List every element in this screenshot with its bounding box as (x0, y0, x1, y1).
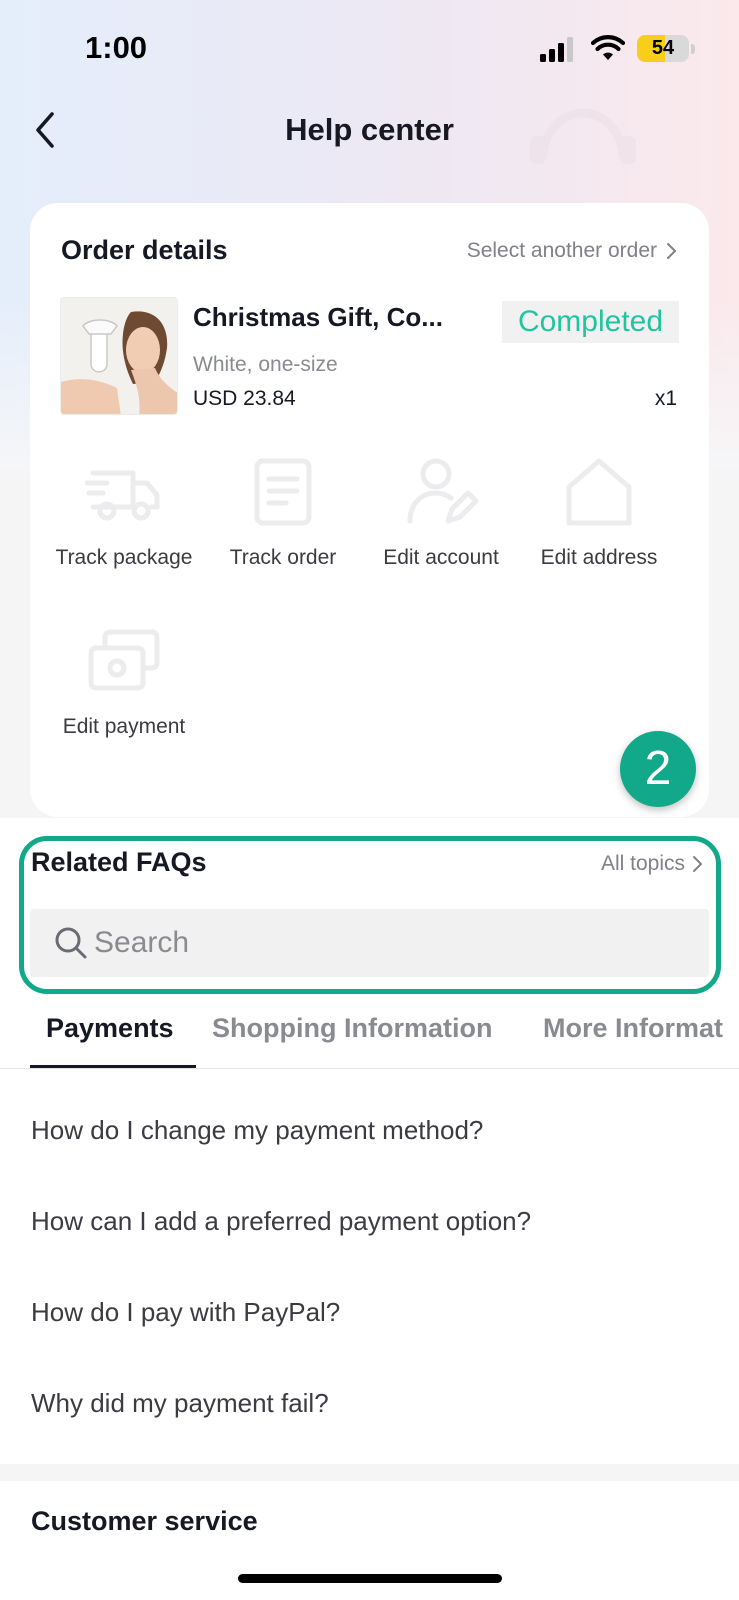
chevron-right-icon (667, 243, 676, 259)
order-details-title: Order details (61, 235, 228, 265)
order-status-badge: Completed (502, 301, 679, 343)
home-indicator (238, 1574, 502, 1583)
edit-address-button[interactable]: Edit address (524, 457, 674, 572)
action-label: Edit payment (62, 715, 186, 738)
headset-icon (530, 108, 636, 164)
product-variant: White, one-size (193, 353, 338, 376)
tab-more-information[interactable]: More Informat (543, 1013, 723, 1044)
action-label: Edit address (540, 546, 658, 569)
customer-service-title: Customer service (31, 1506, 258, 1536)
step-marker: 2 (620, 731, 696, 807)
order-details-card: Order details Select another order Chris… (30, 203, 709, 817)
chevron-right-icon (693, 856, 702, 872)
track-package-button[interactable]: Track package (49, 457, 199, 572)
document-icon (254, 458, 312, 526)
product-quantity: x1 (654, 387, 677, 410)
search-icon (55, 927, 87, 959)
tab-payments[interactable]: Payments (46, 1013, 174, 1044)
faq-tabs: Payments Shopping Information More Infor… (0, 1005, 739, 1069)
action-label: Track order (229, 546, 337, 569)
select-another-order-link[interactable]: Select another order (467, 239, 679, 263)
action-label: Track package (55, 546, 193, 569)
battery-tip (691, 44, 695, 54)
track-order-button[interactable]: Track order (208, 457, 358, 572)
active-tab-indicator (30, 1065, 196, 1068)
user-edit-icon (407, 458, 479, 524)
related-faqs-title: Related FAQs (31, 847, 207, 877)
cellular-signal-icon (540, 37, 573, 62)
product-thumbnail[interactable] (60, 297, 178, 415)
payment-icon (88, 629, 160, 691)
edit-payment-button[interactable]: Edit payment (49, 626, 199, 741)
action-label: Edit account (383, 546, 499, 569)
search-input[interactable] (94, 909, 694, 977)
select-another-order-label: Select another order (466, 239, 657, 262)
faq-search-bar[interactable] (30, 909, 709, 977)
edit-account-button[interactable]: Edit account (366, 457, 516, 572)
battery-level: 54 (651, 37, 675, 59)
all-topics-label: All topics (600, 852, 685, 875)
status-time: 1:00 (85, 30, 148, 65)
product-price: USD 23.84 (193, 387, 296, 410)
battery-icon: 54 (637, 35, 689, 62)
tab-shopping-information[interactable]: Shopping Information (212, 1013, 492, 1044)
all-topics-link[interactable]: All topics (601, 852, 705, 876)
product-name[interactable]: Christmas Gift, Co... (193, 302, 443, 333)
faq-item[interactable]: How do I change my payment method? (31, 1115, 483, 1146)
home-icon (566, 458, 632, 526)
faq-item[interactable]: How do I pay with PayPal? (31, 1297, 340, 1328)
section-divider (0, 1464, 739, 1481)
product-photo (61, 298, 177, 414)
faq-item[interactable]: How can I add a preferred payment option… (31, 1206, 531, 1237)
status-bar: 1:00 54 (0, 0, 739, 96)
faq-item[interactable]: Why did my payment fail? (31, 1388, 329, 1419)
truck-icon (85, 470, 160, 521)
wifi-icon (591, 35, 625, 60)
